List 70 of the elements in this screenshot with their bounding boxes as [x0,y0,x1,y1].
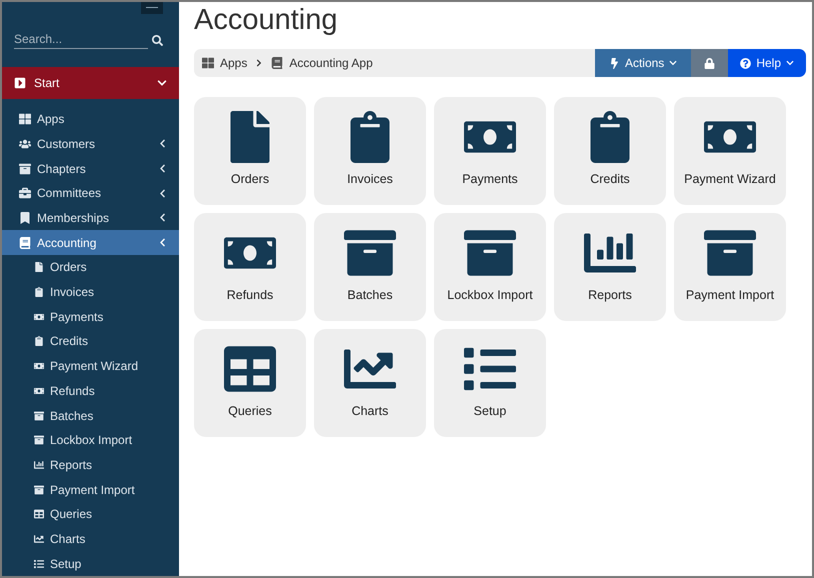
actions-button[interactable]: Actions [594,49,692,77]
app-tile[interactable]: Lockbox Import [434,213,546,321]
search-field[interactable]: Search... [14,32,148,49]
menu-label: Start [34,76,60,90]
sidebar-subitem[interactable]: Queries [2,502,179,527]
sidebar-subitem[interactable]: Batches [2,403,179,428]
sidebar-item[interactable]: Customers [2,132,179,156]
app-tile[interactable]: Credits [554,97,666,205]
chevron-right-icon [255,59,264,67]
breadcrumb-link[interactable]: Apps [220,56,248,70]
chevron-down-icon [669,59,678,67]
lock-icon [704,58,716,68]
clipboard-icon [34,336,44,346]
app-tile[interactable]: Charts [314,329,426,437]
briefcase-icon [19,187,31,200]
lightning-icon [608,58,620,68]
chevron-down-icon [786,59,794,67]
book-icon [271,57,284,69]
banknote-icon [34,312,44,322]
table-icon [34,509,44,520]
menu-toggle-button[interactable] [141,2,163,14]
sidebar-item[interactable]: Chapters [2,156,179,181]
app-tile[interactable]: Setup [434,329,546,437]
app-tile[interactable]: Invoices [314,97,426,205]
banknote-icon [34,386,44,396]
help-icon [740,58,752,68]
sidebar-subitem[interactable]: Invoices [2,280,179,304]
app-tile[interactable]: Refunds [194,213,306,321]
page-title: Accounting [194,4,338,37]
archive-box-icon [19,162,31,175]
sidebar-subitem[interactable]: Reports [2,452,179,478]
archive-box-icon [34,435,44,446]
sidebar-subitem[interactable]: Refunds [2,378,179,404]
app-tile[interactable]: Queries [194,329,306,437]
sidebar-subitem[interactable]: Charts [2,526,179,552]
app-tile[interactable]: Reports [554,213,666,321]
lock-button[interactable] [691,49,728,77]
app-tile[interactable]: Payment Wizard [674,97,786,205]
sidebar-item[interactable]: Apps [2,106,179,132]
sidebar-subitem[interactable]: Credits [2,329,179,354]
grid-icon [19,113,31,126]
line-chart-icon [34,534,44,544]
bookmark-icon [19,212,31,224]
app-tile[interactable]: Orders [194,97,306,205]
search-icon [152,34,163,46]
sidebar-item[interactable]: Memberships [2,206,179,230]
banknote-icon [34,361,44,372]
sidebar-subitem[interactable]: Payment Import [2,477,179,502]
sidebar-item[interactable]: Accounting [2,230,179,256]
grid-icon [202,57,214,69]
app-tile[interactable]: Batches [314,213,426,321]
sidebar-subitem[interactable]: Orders [2,255,179,280]
app-tile[interactable]: Payment Import [674,213,786,321]
users-icon [19,138,31,150]
help-button[interactable]: Help [728,49,806,77]
bar-chart-icon [34,460,44,470]
document-icon [34,262,44,272]
book-icon [19,236,31,249]
archive-box-icon [34,484,44,495]
archive-box-icon [34,410,44,421]
sidebar-item[interactable]: Committees [2,180,179,206]
sidebar-subitem[interactable]: Payments [2,304,179,330]
sidebar-subitem[interactable]: Payment Wizard [2,354,179,379]
clipboard-icon [34,287,44,298]
breadcrumb-link[interactable]: Accounting App [289,56,373,70]
sidebar-subitem[interactable]: Setup [2,551,179,576]
start-menu-header[interactable]: Start [2,66,179,99]
app-tile[interactable]: Payments [434,97,546,205]
list-icon [34,558,44,569]
sidebar-subitem[interactable]: Lockbox Import [2,428,179,453]
